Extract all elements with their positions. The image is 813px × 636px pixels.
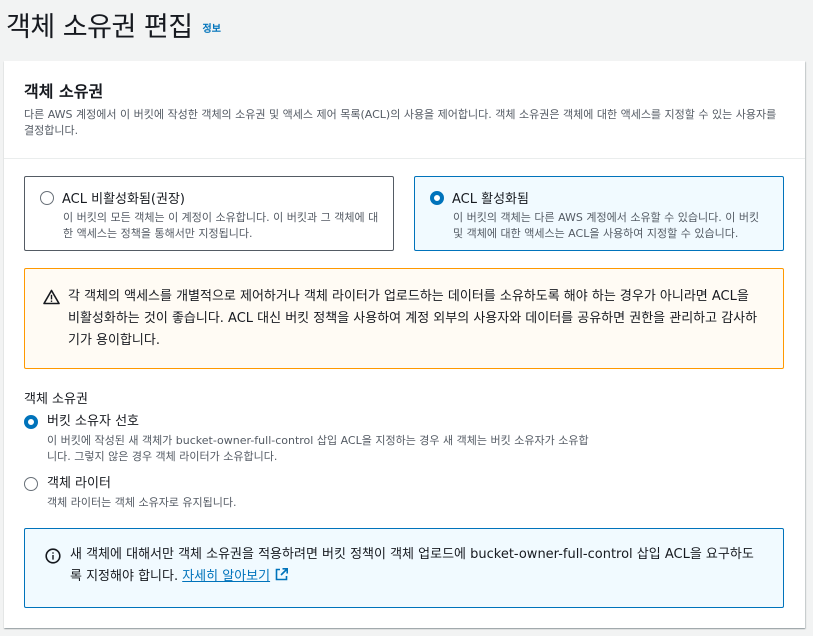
object-ownership-panel: 객체 소유권 다른 AWS 계정에서 이 버킷에 작성한 객체의 소유권 및 액… [4, 61, 805, 628]
page-header: 객체 소유권 편집 정보 [6, 2, 221, 46]
warning-text: 각 객체의 액세스를 개별적으로 제어하거나 객체 라이터가 업로드하는 데이터… [68, 289, 758, 348]
acl-enabled-label: ACL 활성화됨 [452, 192, 529, 207]
panel-header: 객체 소유권 다른 AWS 계정에서 이 버킷에 작성한 객체의 소유권 및 액… [4, 61, 805, 159]
acl-disabled-radio[interactable] [40, 190, 54, 205]
panel-title: 객체 소유권 [24, 82, 104, 101]
acl-enabled-description: 이 버킷의 객체는 다른 AWS 계정에서 소유할 수 있습니다. 이 버킷 및… [453, 211, 760, 240]
info-link[interactable]: 정보 [203, 20, 221, 35]
ownership-label: 객체 소유권 [24, 392, 88, 407]
acl-warning-alert: 각 객체의 액세스를 개별적으로 제어하거나 객체 라이터가 업로드하는 데이터… [24, 268, 784, 369]
info-alert: 새 객체에 대해서만 객체 소유권을 적용하려면 버킷 정책이 객체 업로드에 … [24, 528, 784, 608]
info-icon [45, 548, 61, 607]
external-link-icon[interactable] [274, 567, 289, 582]
object-writer-description: 객체 라이터는 객체 소유자로 유지됩니다. [47, 496, 237, 509]
bucket-owner-preferred-label: 버킷 소유자 선호 [47, 414, 139, 429]
option-object-writer[interactable]: 객체 라이터 객체 라이터는 객체 소유자로 유지됩니다. [24, 475, 237, 511]
learn-more-link[interactable]: 자세히 알아보기 [182, 569, 270, 584]
bucket-owner-preferred-radio[interactable] [24, 415, 38, 429]
panel-description: 다른 AWS 계정에서 이 버킷에 작성한 객체의 소유권 및 액세스 제어 목… [24, 108, 777, 137]
info-body: 새 객체에 대해서만 객체 소유권을 적용하려면 버킷 정책이 객체 업로드에 … [70, 547, 754, 584]
acl-disabled-label: ACL 비활성화됨(권장) [62, 192, 185, 207]
bucket-owner-preferred-description: 이 버킷에 작성된 새 객체가 bucket-owner-full-contro… [47, 434, 589, 463]
warning-icon [43, 289, 60, 368]
object-writer-radio[interactable] [24, 477, 38, 491]
option-bucket-owner-preferred[interactable]: 버킷 소유자 선호 이 버킷에 작성된 새 객체가 bucket-owner-f… [24, 413, 592, 465]
acl-enabled-tile[interactable]: ACL 활성화됨 이 버킷의 객체는 다른 AWS 계정에서 소유할 수 있습니… [414, 176, 784, 251]
page-title: 객체 소유권 편집 [6, 11, 193, 43]
object-writer-label: 객체 라이터 [47, 476, 111, 491]
acl-enabled-radio[interactable] [430, 190, 444, 205]
acl-disabled-tile[interactable]: ACL 비활성화됨(권장) 이 버킷의 모든 객체는 이 계정이 소유합니다. … [24, 176, 394, 251]
info-text: 새 객체에 대해서만 객체 소유권을 적용하려면 버킷 정책이 객체 업로드에 … [70, 544, 763, 607]
acl-disabled-description: 이 버킷의 모든 객체는 이 계정이 소유합니다. 이 버킷과 그 객체에 대한… [63, 211, 379, 240]
